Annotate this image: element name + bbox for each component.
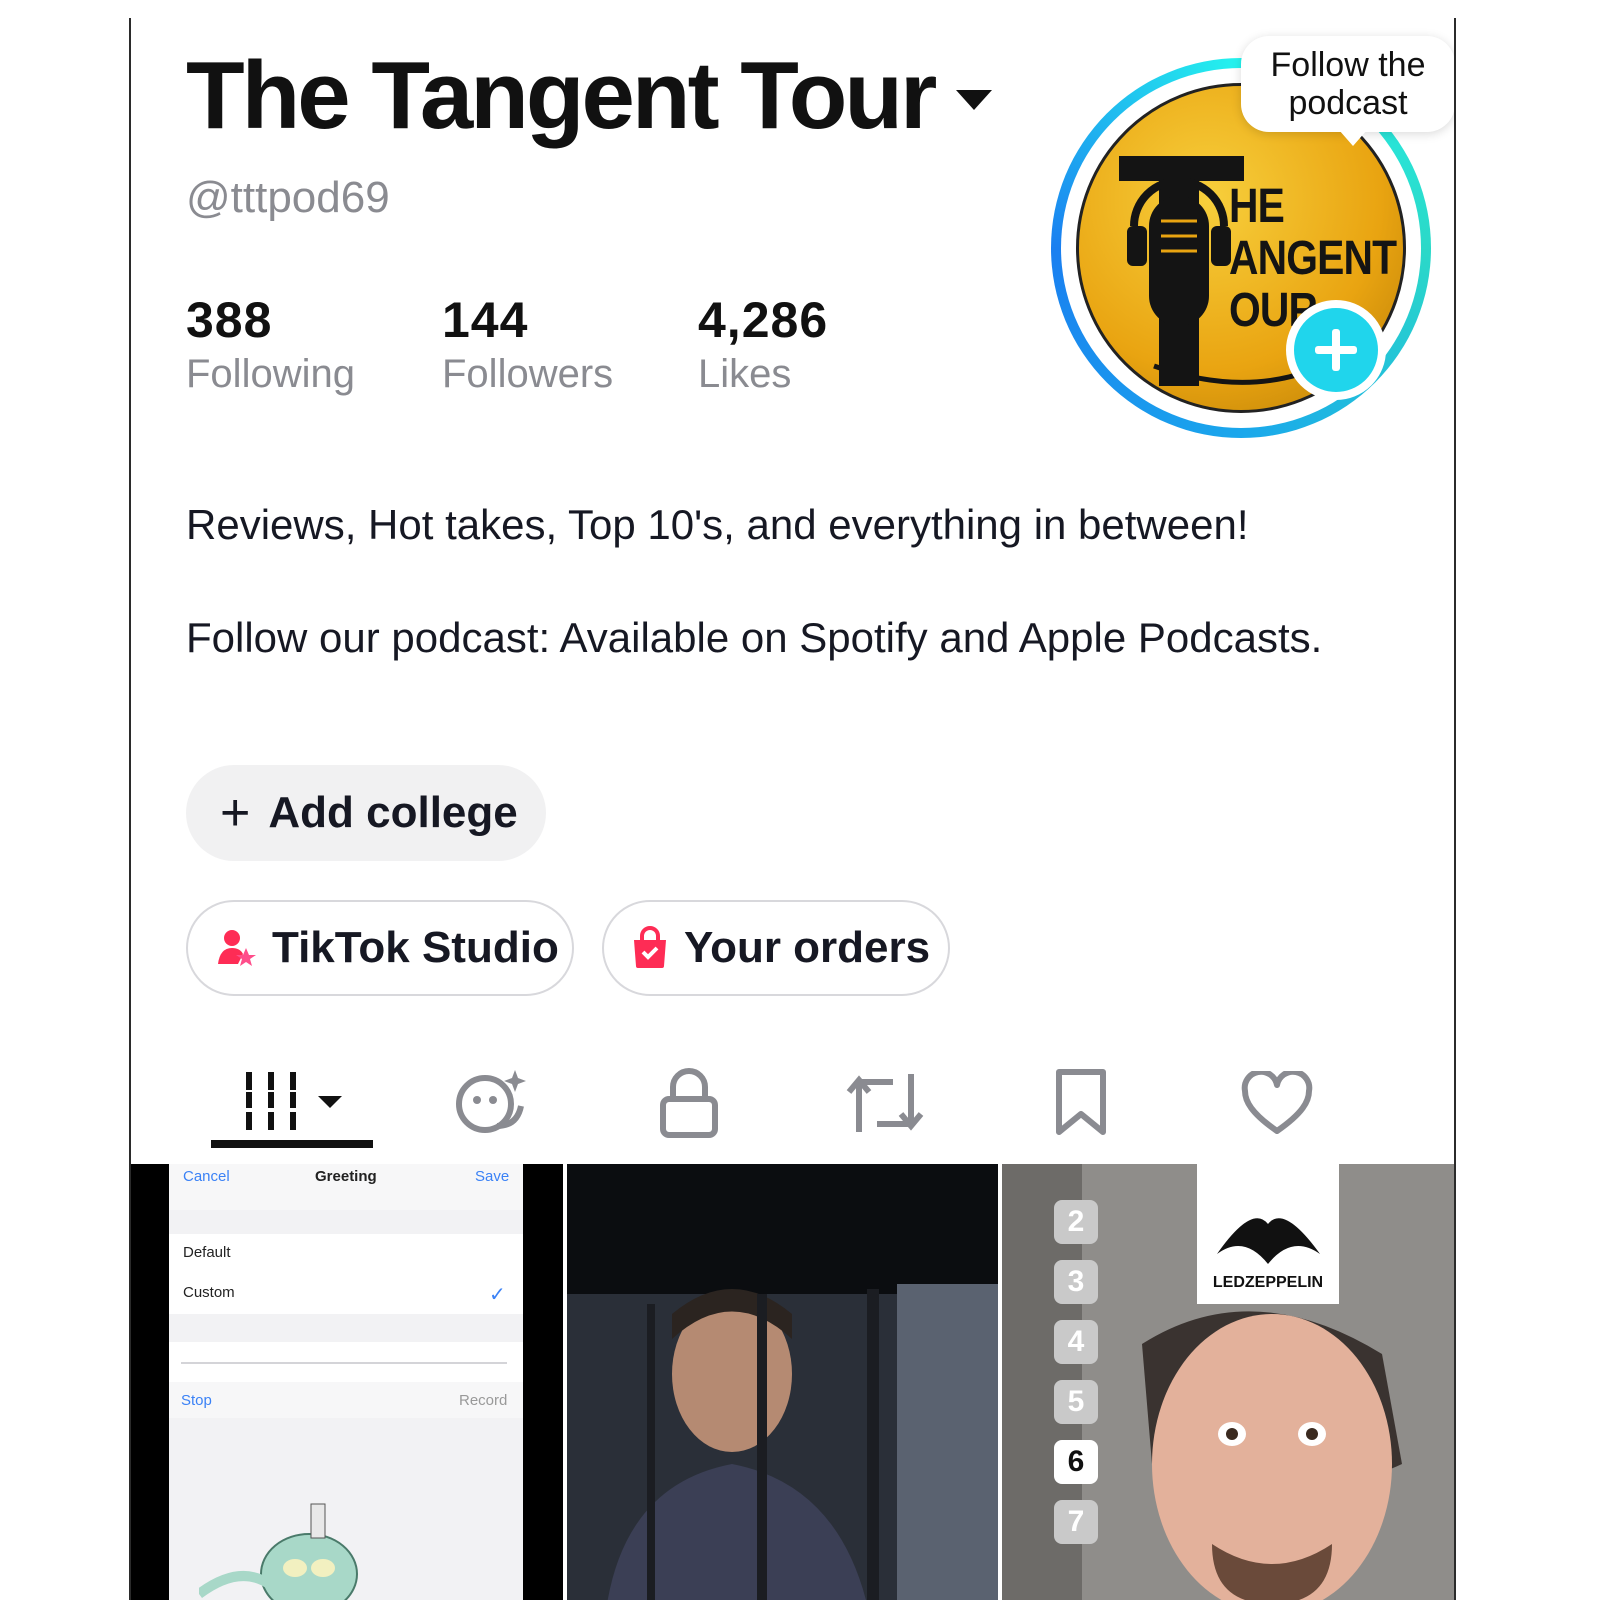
chevron-down-icon	[956, 90, 993, 110]
stat-likes[interactable]: 4,286 Likes	[698, 293, 954, 397]
following-label: Following	[186, 352, 355, 396]
heart-icon	[1241, 1071, 1313, 1134]
band-logo-label: LEDZEPPELIN	[1212, 1274, 1324, 1291]
display-name: The Tangent Tour	[186, 42, 937, 149]
bio-line: Reviews, Hot takes, Top 10's, and everyt…	[186, 501, 1249, 548]
shopping-bag-icon	[630, 926, 670, 970]
username: @tttpod69	[186, 173, 390, 222]
bio-line: Follow our podcast: Available on Spotify…	[186, 614, 1323, 661]
tab-ai-self[interactable]	[433, 1048, 553, 1158]
bio: Reviews, Hot takes, Top 10's, and everyt…	[186, 496, 1426, 722]
cartoon-character-icon	[199, 1503, 358, 1600]
followers-count: 144	[442, 292, 529, 348]
plus-icon	[1315, 329, 1357, 371]
active-tab-indicator	[211, 1140, 373, 1148]
stat-followers[interactable]: 144 Followers	[442, 293, 698, 397]
tab-liked[interactable]	[1217, 1048, 1337, 1158]
plus-icon: +	[220, 784, 251, 842]
likes-count: 4,286	[698, 292, 829, 348]
tab-reposts[interactable]	[825, 1048, 945, 1158]
video-thumbnail[interactable]: Cancel Greeting Save Default Custom ✓ St…	[131, 1164, 563, 1600]
ai-face-icon	[456, 1070, 526, 1133]
grid-icon	[246, 1072, 342, 1130]
stat-following[interactable]: 388 Following	[186, 293, 442, 397]
follow-podcast-tooltip[interactable]: Follow the podcast	[1241, 36, 1454, 146]
video-grid: Cancel Greeting Save Default Custom ✓ St…	[131, 1164, 1454, 1600]
thumbnail-greeting-screen: Cancel Greeting Save Default Custom ✓ St…	[169, 1164, 523, 1600]
add-college-button[interactable]: + Add college	[186, 765, 546, 861]
following-count: 388	[186, 292, 273, 348]
stats-row: 388 Following 144 Followers 4,286 Likes	[186, 293, 954, 397]
creator-star-icon	[214, 926, 258, 970]
your-orders-button[interactable]: Your orders	[602, 900, 950, 996]
followers-label: Followers	[442, 352, 614, 396]
movie-still-image	[567, 1164, 998, 1600]
lock-icon	[660, 1068, 718, 1138]
your-orders-label: Your orders	[684, 923, 931, 972]
video-thumbnail[interactable]: LEDZEPPELIN 2 3 4 5 6 7	[1002, 1164, 1454, 1600]
add-college-label: Add college	[268, 788, 518, 837]
bookmark-icon	[1056, 1069, 1106, 1135]
repost-icon	[846, 1074, 924, 1132]
video-thumbnail[interactable]	[567, 1164, 998, 1600]
tiktok-studio-label: TikTok Studio	[272, 923, 559, 972]
tab-private[interactable]	[629, 1048, 749, 1158]
likes-label: Likes	[698, 352, 792, 396]
profile-screen: The Tangent Tour @tttpod69 388 Following…	[129, 18, 1456, 1600]
tab-favorites[interactable]	[1021, 1048, 1141, 1158]
tiktok-studio-button[interactable]: TikTok Studio	[186, 900, 574, 996]
ranking-list: 2 3 4 5 6 7	[1054, 1200, 1098, 1544]
account-switcher[interactable]: The Tangent Tour	[186, 42, 993, 149]
add-story-button[interactable]	[1286, 300, 1386, 400]
